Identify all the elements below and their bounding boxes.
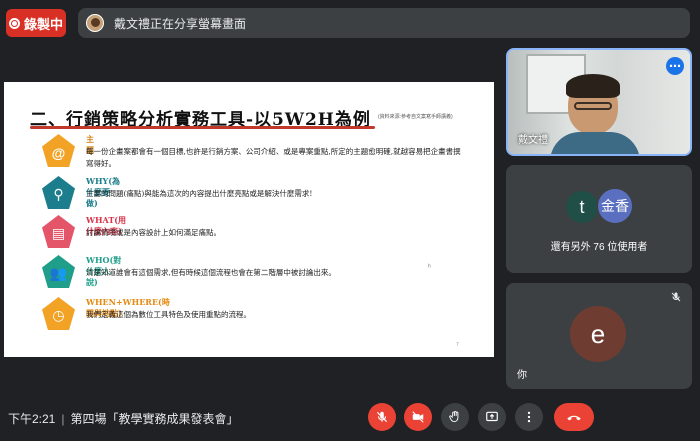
meeting-info: 下午2:21 | 第四場「教學實務成果發表會」 <box>8 410 239 427</box>
leave-call-button[interactable] <box>554 403 594 431</box>
slide-item-when-where: ◷ WHEN+WHERE(時間與地點) 我們定義這個為數位工具特色及使用重點的流… <box>42 297 251 330</box>
title-underline <box>30 126 375 129</box>
more-options-icon[interactable]: ⋯ <box>666 57 684 75</box>
magnifier-icon: ⚲ <box>42 176 75 209</box>
presenting-text: 戴文禮正在分享螢幕畫面 <box>114 16 247 31</box>
slide-item-why: ⚲ WHY(為什麼要做) 主要的問題(痛點)與能為這次的內容提出什麼亮點或是解決… <box>42 176 312 209</box>
separator: | <box>61 411 65 426</box>
presenting-banner: 戴文禮正在分享螢幕畫面 <box>78 8 690 38</box>
hand-icon <box>449 410 459 423</box>
slide-page-number: 7 <box>456 342 459 348</box>
more-options-button[interactable] <box>515 403 543 431</box>
recording-label: 錄製中 <box>23 16 63 32</box>
camera-off-icon <box>412 411 424 423</box>
others-count-label: 還有另外 76 位使用者 <box>550 242 648 253</box>
presenter-video-tile[interactable]: 戴文禮 ⋯ <box>506 48 692 156</box>
slide-item-who: 👥 WHO(對什麼人說) 清楚知道誰會有這個需求,但有時候這個流程也會在第二階層… <box>42 255 336 288</box>
present-icon <box>486 411 498 422</box>
camera-off-button[interactable] <box>404 403 432 431</box>
mic-off-icon <box>376 411 388 423</box>
item-text: 清楚知道誰會有這個需求,但有時候這個流程也會在第二階層中被討論出來。 <box>86 268 336 277</box>
clock-icon: ◷ <box>42 297 75 330</box>
participant-avatar: 金香 <box>596 187 634 225</box>
record-icon <box>8 17 20 29</box>
self-avatar: e <box>570 306 626 362</box>
presenter-name: 戴文禮 <box>518 135 548 146</box>
slide-item-topic: @ 主題 每一份企畫案都會有一個目標,也許是行銷方案、公司介紹、或是專案重點,所… <box>42 134 461 168</box>
shared-screen: 二、行銷策略分析實務工具-以5W2H為例 (資料來源:參考自文案寫手師講義) @… <box>4 82 494 357</box>
more-vert-icon <box>527 411 531 423</box>
clock-time: 下午2:21 <box>8 412 56 426</box>
raise-hand-button[interactable] <box>441 403 469 431</box>
mic-off-icon <box>671 292 681 302</box>
recording-badge: 錄製中 <box>6 9 66 37</box>
item-text: 我們定義這個為數位工具特色及使用重點的流程。 <box>86 310 251 319</box>
self-label: 你 <box>517 370 527 381</box>
hang-up-icon <box>567 415 581 421</box>
meeting-title[interactable]: 第四場「教學實務成果發表會」 <box>70 410 238 427</box>
slide-source: (資料來源:參考自文案寫手師講義) <box>378 114 453 120</box>
item-text: 主要的問題(痛點)與能為這次的內容提出什麼亮點或是解決什麼需求! <box>86 189 313 198</box>
at-sign-icon: @ <box>42 134 75 167</box>
item-text: 每一份企畫案都會有一個目標,也許是行銷方案、公司介紹、或是專案重點,所定的主題愈… <box>86 147 461 168</box>
others-tile[interactable] <box>506 165 692 273</box>
mic-off-button[interactable] <box>368 403 396 431</box>
present-button[interactable] <box>478 403 506 431</box>
slide-cursor: ʰ <box>428 264 431 271</box>
slide-item-what: ▤ WHAT(用什麼內容) 討論情境或是內容設計上如何滿足痛點。 <box>42 215 221 248</box>
item-text: 討論情境或是內容設計上如何滿足痛點。 <box>86 228 221 237</box>
document-icon: ▤ <box>42 215 75 248</box>
participant-avatar: t <box>564 189 600 225</box>
people-icon: 👥 <box>42 255 75 288</box>
presenter-avatar <box>86 14 104 32</box>
